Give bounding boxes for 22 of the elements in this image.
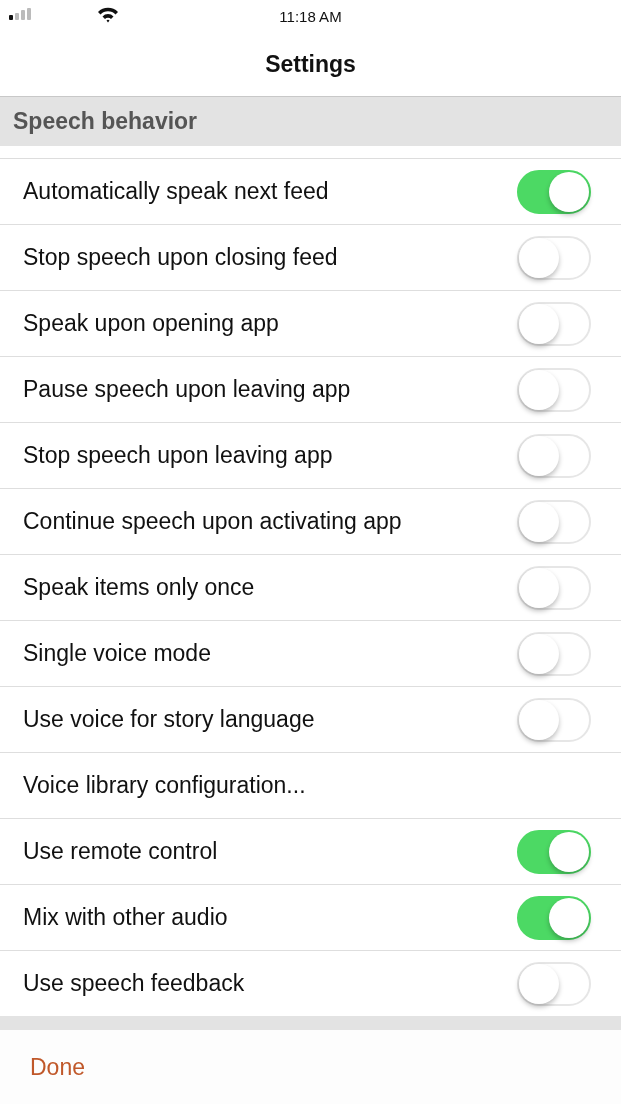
setting-label: Pause speech upon leaving app xyxy=(23,376,351,403)
setting-label: Single voice mode xyxy=(23,640,211,667)
setting-label: Use remote control xyxy=(23,838,218,865)
toggle-switch[interactable] xyxy=(517,169,591,214)
setting-label: Stop speech upon closing feed xyxy=(23,244,338,271)
toggle-switch[interactable] xyxy=(517,829,591,874)
setting-label: Use voice for story language xyxy=(23,706,315,733)
setting-label: Speak upon opening app xyxy=(23,310,279,337)
section-title: Speech behavior xyxy=(13,108,198,135)
status-time: 11:18 AM xyxy=(279,7,342,25)
signal-icon xyxy=(9,8,33,20)
done-button[interactable]: Done xyxy=(30,1049,85,1085)
setting-label: Use speech feedback xyxy=(23,970,245,997)
setting-label: Speak items only once xyxy=(23,574,255,601)
wifi-icon xyxy=(97,7,119,23)
setting-label: Continue speech upon activating app xyxy=(23,508,402,535)
setting-label: Mix with other audio xyxy=(23,904,228,931)
setting-label: Stop speech upon leaving app xyxy=(23,442,333,469)
setting-label: Automatically speak next feed xyxy=(23,178,329,205)
toggle-switch[interactable] xyxy=(517,895,591,940)
nav-title: Settings xyxy=(265,50,356,78)
setting-link[interactable]: Voice library configuration... xyxy=(23,772,306,799)
